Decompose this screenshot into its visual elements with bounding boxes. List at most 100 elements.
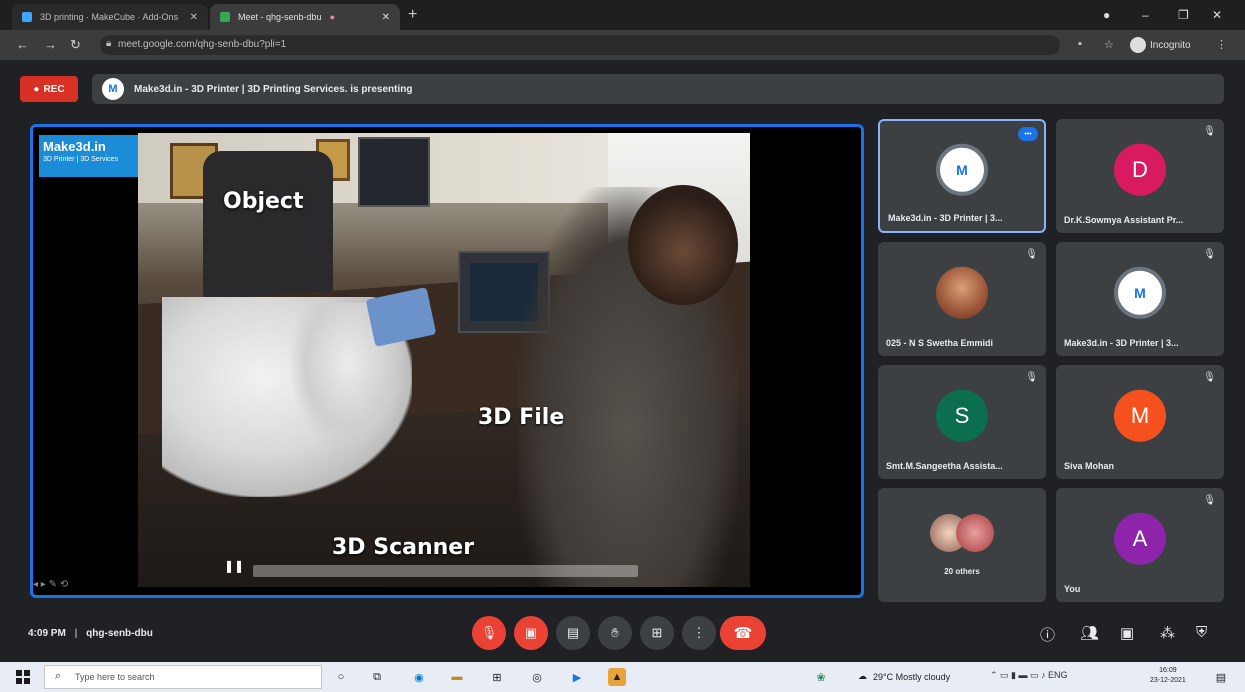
pause-icon[interactable]: ❚❚ <box>224 559 244 573</box>
reload-icon[interactable]: ↻ <box>70 37 81 53</box>
profile-label: Incognito <box>1150 39 1191 51</box>
hand-icon: ✋︎ <box>611 625 619 640</box>
system-tray-icons[interactable]: ⌃ ▭ ▮ ▬ ▭ ♪ ENG <box>990 670 1068 681</box>
avatar: A <box>1114 512 1166 565</box>
file-explorer-icon[interactable]: ▬ <box>448 668 466 686</box>
star-icon[interactable]: ☆ <box>1104 38 1114 51</box>
participant-tile[interactable]: 🎙︎ 025 - N S Swetha Emmidi <box>878 242 1046 356</box>
participant-tile[interactable]: 🎙︎ M Siva Mohan <box>1056 365 1224 479</box>
activities-icon[interactable]: ⁂ <box>1160 624 1175 642</box>
brand-overlay: Make3d.in 3D Printer | 3D Services <box>39 135 139 177</box>
avatar: D <box>1114 143 1166 196</box>
avatar: M <box>1114 266 1166 319</box>
close-icon[interactable]: ✕ <box>382 12 390 23</box>
cortana-icon[interactable]: ○ <box>332 668 350 686</box>
store-icon[interactable]: ⊞ <box>488 668 506 686</box>
current-time: 4:09 PM <box>28 628 66 639</box>
separator: | <box>74 628 78 639</box>
avatar: M <box>936 143 988 196</box>
meeting-info: 4:09 PM | qhg-senb-dbu <box>28 628 153 639</box>
browser-tab-2[interactable]: Meet - qhg-senb-dbu ● ✕ <box>210 4 400 30</box>
minimize-icon[interactable]: – <box>1142 8 1149 22</box>
avatar: M <box>1114 389 1166 442</box>
url-field[interactable]: 🔒︎ meet.google.com/qhg-senb-dbu?pli=1 <box>100 35 1060 55</box>
participant-name: Make3d.in - 3D Printer | 3... <box>1064 338 1179 348</box>
record-icon: ● <box>33 83 40 95</box>
meet-app-icon[interactable]: ▶ <box>568 668 586 686</box>
leave-call-button[interactable]: ☎ <box>720 616 766 650</box>
windows-start-icon[interactable] <box>16 670 30 684</box>
others-avatars <box>926 514 998 554</box>
participant-name: Siva Mohan <box>1064 461 1115 471</box>
search-placeholder: Type here to search <box>75 672 155 682</box>
app-icon[interactable]: ▲ <box>608 668 626 686</box>
participant-name: Smt.M.Sangeetha Assista... <box>886 461 1003 471</box>
avatar <box>956 514 994 552</box>
tab-search-icon[interactable]: ● <box>1103 8 1110 22</box>
browser-tab-1[interactable]: 3D printing · MakeCube · Add-Ons ✕ <box>12 4 208 30</box>
stage-toolbar-icons: ◂ ▸ ✎ ⟲ <box>33 579 69 590</box>
others-tile[interactable]: 20 others <box>878 488 1046 602</box>
presenting-banner: M Make3d.in - 3D Printer | 3D Printing S… <box>92 74 1224 104</box>
recording-badge: ● REC <box>20 76 78 102</box>
raise-hand-button[interactable]: ✋︎ <box>598 616 632 650</box>
captions-button[interactable]: ▤ <box>556 616 590 650</box>
weather-app-icon[interactable]: ❀ <box>812 668 830 686</box>
weather-widget[interactable]: ☁ 29°C Mostly cloudy <box>858 671 950 682</box>
new-tab-button[interactable]: + <box>408 6 417 24</box>
mic-off-icon: 🎙︎ <box>1203 372 1216 383</box>
chrome-icon[interactable]: ◎ <box>528 668 546 686</box>
back-icon[interactable]: ← <box>16 37 29 52</box>
tab-favicon-icon <box>22 12 32 22</box>
video-progress-bar[interactable] <box>253 565 638 577</box>
participant-name: Dr.K.Sowmya Assistant Pr... <box>1064 215 1184 225</box>
search-icon: ⌕ <box>55 670 62 682</box>
os-taskbar: ⌕ Type here to search ○ ⧉ ◉ ▬ ⊞ ◎ ▶ ▲ ❀ … <box>0 662 1245 692</box>
close-window-icon[interactable]: ✕ <box>1212 8 1222 22</box>
avatar: S <box>936 389 988 442</box>
video-chair <box>203 151 333 301</box>
label-3d-file: 3D File <box>478 405 565 430</box>
avatar <box>936 266 988 319</box>
incognito-icon <box>1130 37 1146 53</box>
maximize-icon[interactable]: ❐ <box>1178 8 1189 22</box>
host-controls-icon[interactable]: ⛨ <box>1196 624 1207 641</box>
tab-title: Meet - qhg-senb-dbu <box>238 12 322 22</box>
chat-icon[interactable]: ▣ <box>1120 624 1134 642</box>
close-icon[interactable]: ✕ <box>190 12 198 23</box>
camera-off-icon: ▣ <box>524 625 538 640</box>
task-view-icon[interactable]: ⧉ <box>368 668 386 686</box>
label-3d-scanner: 3D Scanner <box>332 535 475 560</box>
mic-off-icon: 🎙︎ <box>1203 495 1216 506</box>
mic-toggle-button[interactable]: 🎙︎ <box>472 616 506 650</box>
people-icon[interactable]: 👥︎ <box>1080 624 1099 642</box>
more-options-button[interactable]: ⋮ <box>682 616 716 650</box>
weather-text: 29°C Mostly cloudy <box>873 671 951 682</box>
forward-icon[interactable]: → <box>44 37 57 52</box>
camera-indicator-icon[interactable]: ▪ <box>1078 38 1082 50</box>
edge-icon[interactable]: ◉ <box>410 668 428 686</box>
participant-tile[interactable]: 🎙︎ S Smt.M.Sangeetha Assista... <box>878 365 1046 479</box>
present-button[interactable]: ⊞ <box>640 616 674 650</box>
taskbar-search-input[interactable]: ⌕ Type here to search <box>44 665 322 689</box>
present-icon: ⊞ <box>651 625 663 640</box>
mic-off-icon: 🎙︎ <box>1025 372 1038 383</box>
label-object: Object <box>223 189 304 214</box>
self-tile[interactable]: 🎙︎ A You <box>1056 488 1224 602</box>
taskbar-clock[interactable]: 16:09 23-12-2021 <box>1150 666 1186 686</box>
participant-tile[interactable]: 🎙︎ D Dr.K.Sowmya Assistant Pr... <box>1056 119 1224 233</box>
clock-time: 16:09 <box>1159 667 1177 674</box>
mic-off-icon: 🎙︎ <box>1203 126 1216 137</box>
url-text: meet.google.com/qhg-senb-dbu?pli=1 <box>118 39 287 50</box>
presenting-text: Make3d.in - 3D Printer | 3D Printing Ser… <box>134 83 413 95</box>
participant-tile[interactable]: 🎙︎ M Make3d.in - 3D Printer | 3... <box>1056 242 1224 356</box>
presentation-stage[interactable]: Make3d.in 3D Printer | 3D Services Objec… <box>30 124 864 598</box>
notifications-icon[interactable]: ▤ <box>1212 668 1230 686</box>
info-icon[interactable]: ⓘ <box>1040 624 1055 645</box>
audio-icon: ● <box>329 12 335 22</box>
participant-name: Make3d.in - 3D Printer | 3... <box>888 213 1003 223</box>
menu-icon[interactable]: ⋮ <box>1216 38 1227 51</box>
incognito-profile[interactable]: Incognito <box>1130 37 1191 53</box>
participant-tile[interactable]: ••• M Make3d.in - 3D Printer | 3... <box>878 119 1046 233</box>
camera-toggle-button[interactable]: ▣ <box>514 616 548 650</box>
